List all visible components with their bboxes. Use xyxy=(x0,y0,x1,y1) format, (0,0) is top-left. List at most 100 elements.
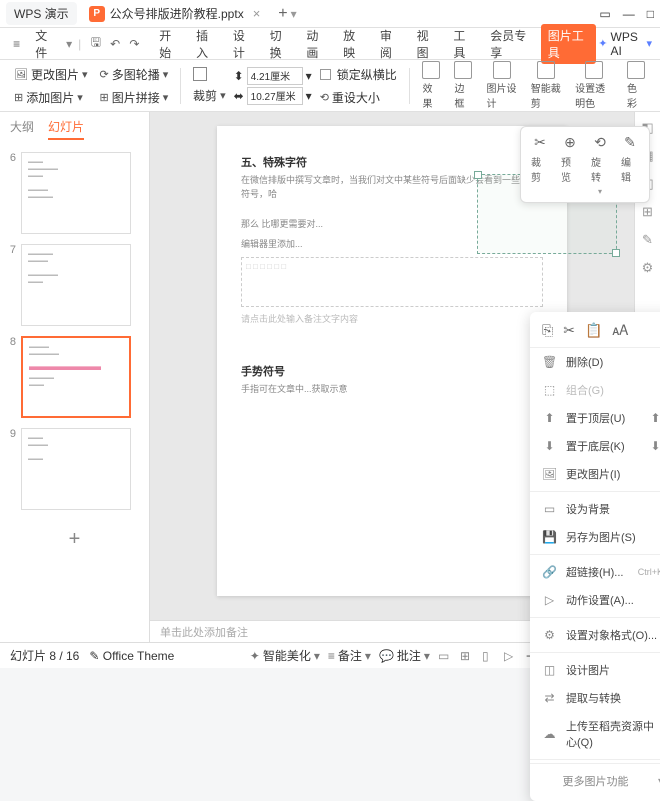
thumb-6[interactable]: ▬▬▬▬▬▬▬▬▬▬▬▬▬▬▬▬▬▬▬▬▬ xyxy=(21,152,131,234)
ctx-item-1[interactable]: ⬚组合(G)› xyxy=(530,376,660,404)
redo-icon[interactable]: ↷ xyxy=(126,37,143,51)
menu-review[interactable]: 审阅 xyxy=(373,24,408,64)
pic-tile-button[interactable]: ⊞ 图片拼接 ▾ xyxy=(96,87,173,108)
ctx-item-6[interactable]: 💾另存为图片(S)› xyxy=(530,523,660,551)
rside-btn-4[interactable]: ⊞ xyxy=(640,204,656,220)
file-name: 公众号排版进阶教程.pptx xyxy=(110,5,244,22)
tab-slides[interactable]: 幻灯片 xyxy=(48,118,84,140)
window-menu-icon[interactable]: ▭ xyxy=(599,7,610,21)
ctx-item-2[interactable]: ⬆置于顶层(U)⬆ xyxy=(530,404,660,432)
menu-slideshow[interactable]: 放映 xyxy=(336,24,371,64)
float-crop[interactable]: ✂裁剪 xyxy=(531,133,549,196)
reset-size-button[interactable]: ⟲ 重设大小 xyxy=(316,87,401,108)
view-slideshow-icon[interactable]: ▷ xyxy=(504,649,518,663)
thumb-7[interactable]: ▬▬▬▬▬▬▬▬▬▬▬▬▬▬▬▬▬▬ xyxy=(21,244,131,326)
lock-ratio-check[interactable]: 锁定纵横比 xyxy=(316,64,401,85)
ctx-more[interactable]: 更多图片功能▾ xyxy=(530,767,660,795)
ctx-label: 上传至稻壳资源中心(Q) xyxy=(566,718,660,750)
save-icon[interactable]: 🖫 xyxy=(87,33,104,54)
ctx-item-0[interactable]: 🗑删除(D)› xyxy=(530,348,660,376)
ctx-icon: 🗑 xyxy=(542,355,557,369)
current-slide: 五、特殊字符 在微信排版中撰写文章时，当我们对文中某些符号后面缺少会看到一些特殊… xyxy=(217,126,567,596)
ctx-icon: ▭ xyxy=(542,502,557,516)
format-icon[interactable]: 🗚 xyxy=(612,322,628,339)
ctx-label: 更改图片(I) xyxy=(566,466,651,482)
menu-tools[interactable]: 工具 xyxy=(446,24,481,64)
tab-outline[interactable]: 大纲 xyxy=(10,118,34,140)
thumb-8[interactable]: ▬▬▬▬▬▬▬▬▬▬▬▬▬▬▬▬▬▬▬▬▬▬▬▬ xyxy=(21,336,131,418)
float-preview[interactable]: ⊕预览 xyxy=(561,133,579,196)
slide-panel: 大纲 幻灯片 6▬▬▬▬▬▬▬▬▬▬▬▬▬▬▬▬▬▬▬▬▬ 7▬▬▬▬▬▬▬▬▬… xyxy=(0,112,150,642)
ctx-icon: ⬚ xyxy=(542,383,557,397)
copy-icon[interactable]: ⎘ xyxy=(542,322,553,339)
crop-label[interactable]: 裁剪▾ xyxy=(189,85,230,106)
menu-view[interactable]: 视图 xyxy=(410,24,445,64)
ctx-item-3[interactable]: ⬇置于底层(K)⬇ xyxy=(530,432,660,460)
float-edit[interactable]: ✎编辑 xyxy=(621,133,639,196)
thumb-9[interactable]: ▬▬▬▬▬▬▬▬▬▬ xyxy=(21,428,131,510)
menu-member[interactable]: 会员专享 xyxy=(483,24,539,64)
view-normal-icon[interactable]: ▭ xyxy=(438,649,452,663)
app-tab[interactable]: WPS 演示 xyxy=(6,2,77,25)
width-icon: ⬌ xyxy=(234,89,244,103)
paste-icon[interactable]: 📋 xyxy=(585,322,602,339)
menu-animation[interactable]: 动画 xyxy=(299,24,334,64)
view-sorter-icon[interactable]: ⊞ xyxy=(460,649,474,663)
comments-toggle[interactable]: 💬 批注 ▾ xyxy=(379,647,430,664)
color-button[interactable]: 色彩 xyxy=(622,61,650,110)
ctx-label: 组合(G) xyxy=(566,382,651,398)
ctx-item-5[interactable]: ▭设为背景 xyxy=(530,495,660,523)
menu-transition[interactable]: 切换 xyxy=(263,24,298,64)
cut-icon[interactable]: ✂ xyxy=(563,322,575,339)
menu-pic-tools[interactable]: 图片工具 xyxy=(541,24,597,64)
add-tab-button[interactable]: + xyxy=(278,5,287,23)
ctx-item-7[interactable]: 🔗超链接(H)...Ctrl+K xyxy=(530,558,660,586)
file-tab[interactable]: P 公众号排版进阶教程.pptx × xyxy=(81,2,269,25)
notes-toggle[interactable]: ≡ 备注 ▾ xyxy=(328,647,371,664)
rside-btn-5[interactable]: ✎ xyxy=(640,232,656,248)
ribbon-toolbar: 🖼 更改图片 ▾ ⊞ 添加图片 ▾ ⟳ 多图轮播 ▾ ⊞ 图片拼接 ▾ 裁剪▾ … xyxy=(0,60,660,112)
ctx-icon: ⇄ xyxy=(542,691,557,705)
menu-insert[interactable]: 插入 xyxy=(189,24,224,64)
change-pic-button[interactable]: 🖼 更改图片 ▾ xyxy=(10,64,92,85)
pptx-icon: P xyxy=(89,6,105,22)
rside-btn-6[interactable]: ⚙ xyxy=(640,260,656,276)
smart-crop-button[interactable]: 智能裁剪 xyxy=(526,61,566,110)
close-tab-icon[interactable]: × xyxy=(253,6,261,21)
crop-icon: ✂ xyxy=(531,133,549,151)
pic-design-button[interactable]: 图片设计 xyxy=(481,61,521,110)
width-input[interactable] xyxy=(247,67,303,85)
menu-start[interactable]: 开始 xyxy=(152,24,187,64)
add-slide-button[interactable]: + xyxy=(6,520,143,559)
ctx-item-4[interactable]: 🖼更改图片(I)› xyxy=(530,460,660,488)
ctx-label: 置于顶层(U) xyxy=(566,410,639,426)
maximize-icon[interactable]: □ xyxy=(647,7,654,21)
ctx-label: 超链接(H)... xyxy=(566,564,629,580)
transparency-button[interactable]: 设置透明色 xyxy=(570,61,618,110)
view-reading-icon[interactable]: ▯ xyxy=(482,649,496,663)
menu-toggle-icon[interactable]: ≡ xyxy=(8,37,25,51)
slide-canvas[interactable]: 五、特殊字符 在微信排版中撰写文章时，当我们对文中某些符号后面缺少会看到一些特殊… xyxy=(150,112,634,620)
menu-design[interactable]: 设计 xyxy=(226,24,261,64)
wps-ai-button[interactable]: ✦ WPS AI ▾ xyxy=(598,30,652,58)
canvas-area: 五、特殊字符 在微信排版中撰写文章时，当我们对文中某些符号后面缺少会看到一些特殊… xyxy=(150,112,634,642)
add-pic-button[interactable]: ⊞ 添加图片 ▾ xyxy=(10,87,92,108)
ctx-icon: ⚙ xyxy=(542,628,557,642)
minimize-icon[interactable]: — xyxy=(623,7,635,21)
ctx-item-11[interactable]: ⇄提取与转换› xyxy=(530,684,660,712)
height-input[interactable] xyxy=(247,87,303,105)
effect-button[interactable]: 效果 xyxy=(417,61,445,110)
multi-rotate-button[interactable]: ⟳ 多图轮播 ▾ xyxy=(96,64,173,85)
ctx-item-10[interactable]: ◫设计图片 xyxy=(530,656,660,684)
beautify-button[interactable]: ✦ 智能美化 ▾ xyxy=(250,647,320,664)
ctx-item-12[interactable]: ☁上传至稻壳资源中心(Q) xyxy=(530,712,660,756)
border-button[interactable]: 边框 xyxy=(449,61,477,110)
float-rotate[interactable]: ⟲旋转▾ xyxy=(591,133,609,196)
thumbnails: 6▬▬▬▬▬▬▬▬▬▬▬▬▬▬▬▬▬▬▬▬▬ 7▬▬▬▬▬▬▬▬▬▬▬▬▬▬▬▬… xyxy=(0,146,149,642)
context-menu: ⎘ ✂ 📋 🗚 🗑删除(D)›⬚组合(G)›⬆置于顶层(U)⬆⬇置于底层(K)⬇… xyxy=(530,312,660,801)
crop-button[interactable] xyxy=(189,65,230,83)
file-menu[interactable]: 文件 xyxy=(27,24,64,64)
undo-icon[interactable]: ↶ xyxy=(107,37,124,51)
ctx-item-9[interactable]: ⚙设置对象格式(O)... xyxy=(530,621,660,649)
ctx-item-8[interactable]: ▷动作设置(A)... xyxy=(530,586,660,614)
